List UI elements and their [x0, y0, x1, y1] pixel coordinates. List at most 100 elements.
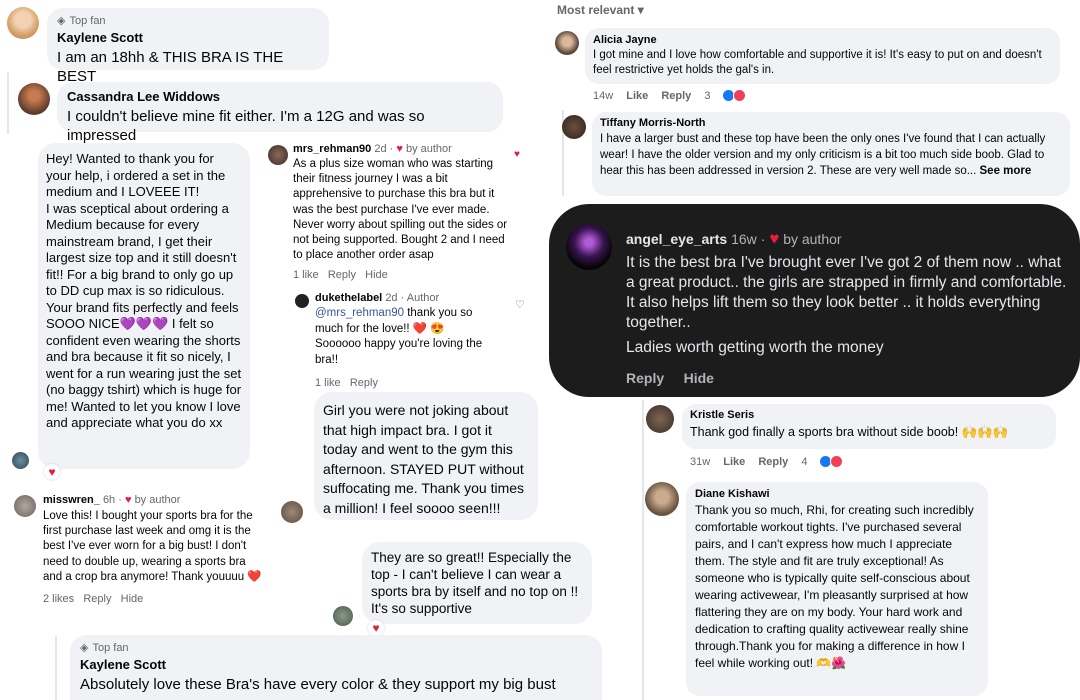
author-label: Author [406, 292, 440, 304]
diamond-icon: ◈ [57, 15, 66, 27]
reply-button[interactable]: Reply [758, 456, 788, 468]
like-count[interactable]: 2 likes [43, 593, 74, 605]
thread-line [642, 400, 644, 700]
see-more-link[interactable]: See more [980, 165, 1032, 177]
commenter-name[interactable]: Kaylene Scott [57, 30, 319, 45]
hide-button[interactable]: Hide [365, 269, 388, 281]
heart-outline-icon[interactable]: ♡ [515, 298, 525, 311]
dark-comment-card: angel_eye_arts 16w · ♥ by author It is t… [549, 204, 1080, 397]
comment-bubble: Diane Kishawi Thank you so much, Rhi, fo… [686, 482, 988, 696]
reply-button[interactable]: Reply [626, 370, 664, 386]
like-count[interactable]: 1 like [315, 377, 341, 389]
by-author-label: by author [134, 494, 181, 506]
comment-actions: 1 like Reply Hide [293, 269, 513, 281]
like-button[interactable]: Like [626, 90, 648, 102]
commenter-name[interactable]: Kaylene Scott [80, 657, 592, 672]
comment-text: Thank you so much, Rhi, for creating suc… [695, 503, 974, 670]
avatar[interactable] [333, 606, 353, 626]
comment-text: Absolutely love these Bra's have every c… [80, 676, 556, 693]
comment-text: I got mine and I love how comfortable an… [593, 49, 1042, 76]
reply-button[interactable]: Reply [350, 377, 378, 389]
commenter-name[interactable]: misswren_ [43, 494, 100, 506]
reaction-count[interactable]: 3 [704, 89, 747, 102]
comment-bubble: ◈ Top fan Kaylene Scott Absolutely love t… [70, 635, 602, 700]
love-icon [830, 455, 844, 468]
comment: misswren_ 6h · ♥ by author Love this! I … [43, 494, 273, 605]
author-heart-icon: ♥ [769, 229, 780, 248]
diamond-icon: ◈ [80, 642, 89, 654]
commenter-name[interactable]: Tiffany Morris-North [600, 117, 1062, 129]
message-text: They are so great!! Especially the top -… [371, 550, 579, 616]
avatar[interactable] [12, 452, 29, 469]
sort-dropdown[interactable]: Most relevant ▾ [557, 3, 644, 17]
comment-actions: 2 likes Reply Hide [43, 593, 273, 605]
heart-reaction[interactable]: ♥ [368, 620, 384, 636]
avatar[interactable] [645, 482, 679, 516]
comment-header: dukethelabel 2d · Author [315, 292, 515, 304]
timestamp: 16w · [731, 231, 766, 247]
heart-icon[interactable]: ♥ [514, 149, 520, 160]
commenter-name[interactable]: Alicia Jayne [593, 34, 1052, 46]
comment-bubble: ◈ Top fan Kaylene Scott I am an 18hh & TH… [47, 8, 329, 85]
avatar[interactable] [646, 405, 674, 433]
comment-actions: 31w Like Reply 4 [690, 455, 853, 468]
message-bubble: They are so great!! Especially the top -… [362, 542, 592, 624]
reaction-count[interactable]: 4 [801, 455, 844, 468]
commenter-name[interactable]: mrs_rehman90 [293, 143, 371, 155]
comment-header: angel_eye_arts 16w · ♥ by author [626, 229, 842, 249]
comment-text: @mrs_rehman90 thank you so much for the … [315, 306, 495, 368]
commenter-name[interactable]: Kristle Seris [690, 409, 1048, 421]
reply-button[interactable]: Reply [661, 90, 691, 102]
commenter-name[interactable]: angel_eye_arts [626, 231, 727, 247]
message-bubble: Girl you were not joking about that high… [314, 392, 538, 520]
timestamp: 2d · [385, 292, 405, 304]
avatar[interactable] [555, 31, 579, 55]
by-author-label: by author [783, 231, 842, 247]
comment-text: I am an 18hh & THIS BRA IS THE BEST [57, 49, 284, 85]
commenter-name[interactable]: Diane Kishawi [695, 488, 979, 500]
comment-text: I couldn't believe mine fit either. I'm … [67, 108, 425, 144]
chevron-down-icon: ▾ [637, 3, 644, 17]
comment-bubble: Cassandra Lee Widdows I couldn't believe… [57, 82, 503, 144]
comment: dukethelabel 2d · Author @mrs_rehman90 t… [315, 292, 515, 389]
message-text: Hey! Wanted to thank you for your help, … [46, 151, 242, 430]
reply-button[interactable]: Reply [328, 269, 356, 281]
comment-body: I have a larger bust and these top have … [600, 133, 1046, 177]
brand-logo-icon[interactable] [295, 294, 309, 308]
comment-text: Love this! I bought your sports bra for … [43, 510, 262, 583]
comment-bubble: Tiffany Morris-North I have a larger bus… [592, 112, 1070, 196]
comment-text: Thank god finally a sports bra without s… [690, 425, 1009, 439]
avatar[interactable] [18, 83, 50, 115]
avatar[interactable] [268, 145, 288, 165]
author-heart-icon: ♥ [124, 494, 132, 506]
avatar[interactable] [281, 501, 303, 523]
comment-header: misswren_ 6h · ♥ by author [43, 494, 273, 506]
reply-button[interactable]: Reply [83, 593, 111, 605]
timestamp: 14w [593, 89, 614, 102]
avatar[interactable] [14, 495, 36, 517]
thread-line [7, 72, 9, 134]
by-author-label: by author [405, 143, 452, 155]
comment-text: It is the best bra I've brought ever I'v… [626, 254, 1067, 331]
hide-button[interactable]: Hide [684, 370, 714, 386]
avatar[interactable] [566, 224, 612, 270]
comment-text: As a plus size woman who was starting th… [293, 158, 508, 262]
timestamp: 2d · [374, 143, 394, 155]
love-icon [733, 89, 747, 102]
mention-link[interactable]: @mrs_rehman90 [315, 307, 404, 319]
comment-actions: 14w Like Reply 3 [593, 89, 756, 102]
like-count[interactable]: 1 like [293, 269, 319, 281]
commenter-name[interactable]: dukethelabel [315, 292, 382, 304]
top-fan-badge: ◈ Top fan [80, 641, 129, 655]
commenter-name[interactable]: Cassandra Lee Widdows [67, 89, 493, 104]
author-heart-icon: ♥ [396, 143, 403, 155]
top-fan-badge: ◈ Top fan [57, 14, 106, 28]
hide-button[interactable]: Hide [121, 593, 144, 605]
avatar[interactable] [7, 7, 39, 39]
avatar[interactable] [562, 115, 586, 139]
sort-label: Most relevant [557, 3, 635, 17]
heart-reaction[interactable]: ♥ [44, 464, 60, 480]
like-button[interactable]: Like [723, 456, 745, 468]
comment-text: I have a larger bust and these top have … [600, 131, 1062, 179]
thread-line [55, 636, 57, 700]
